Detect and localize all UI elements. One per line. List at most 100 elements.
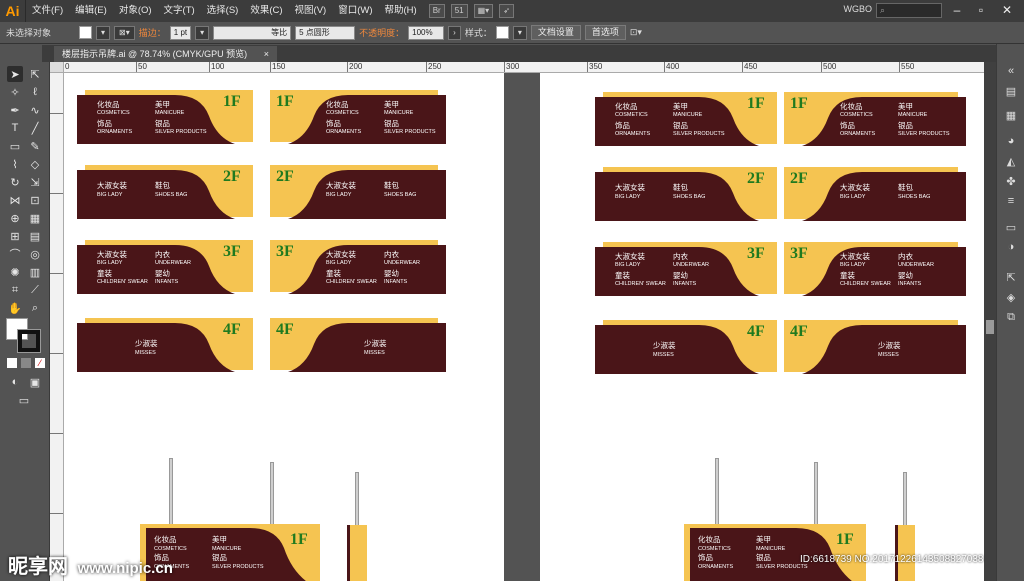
pen-tool-icon[interactable]: ✒ (7, 102, 23, 118)
arrange-documents-icon[interactable]: ▦▾ (473, 4, 494, 18)
close-window-button[interactable]: ✕ (996, 1, 1018, 19)
floor-sign[interactable]: 2F 大淑女装 BIG LADY 鞋包 SHOES BAG (77, 165, 253, 219)
stroke-color-swatch[interactable] (17, 329, 41, 353)
color-palette-icon[interactable]: ◕ (1003, 134, 1019, 148)
direct-selection-tool-icon[interactable]: ⇱ (27, 66, 43, 82)
opacity-label[interactable]: 不透明度： (359, 26, 404, 39)
floor-sign[interactable]: 2F 大淑女装 BIG LADY 鞋包 SHOES BAG (784, 167, 966, 221)
gradient-tool-icon[interactable]: ▤ (27, 228, 43, 244)
shape-builder-tool-icon[interactable]: ⊕ (7, 210, 23, 226)
draw-inside-icon[interactable]: ▣ (27, 374, 43, 390)
stroke-panel-icon[interactable]: ≡ (1003, 194, 1019, 208)
swatches-icon[interactable]: ▦ (1003, 108, 1019, 122)
brushes-icon[interactable]: ◭ (1003, 154, 1019, 168)
floor-sign[interactable]: 3F 大淑女装 BIG LADY 内衣 UNDERWEAR 童装 CHILDREN' SWE… (595, 242, 777, 296)
maximize-button[interactable]: ▫ (970, 1, 992, 19)
gpu-rocket-icon[interactable]: ➶ (499, 4, 514, 18)
floor-sign[interactable]: 1F 化妆品 COSMETICS 美甲 MANICURE 饰品 ORNAMENTS 银品 SIL… (77, 90, 253, 144)
minimize-button[interactable]: – (946, 1, 968, 19)
ruler-origin[interactable] (50, 62, 64, 73)
floor-sign[interactable]: 2F 大淑女装 BIG LADY 鞋包 SHOES BAG (270, 165, 446, 219)
paintbrush-tool-icon[interactable]: ⌇ (7, 156, 23, 172)
stroke-swatch[interactable]: ⊠▾ (114, 25, 135, 40)
floor-sign[interactable]: 4F 少淑装 MISSES (784, 320, 966, 374)
document-setup-button[interactable]: 文档设置 (530, 25, 581, 40)
menu-view[interactable]: 视图(V) (289, 0, 333, 22)
floor-sign[interactable]: 1F 化妆品 COSMETICS 美甲 MANICURE 饰品 ORNAMENTS 银品 SIL… (784, 92, 966, 146)
floor-sign[interactable]: 4F 少淑装 MISSES (77, 318, 253, 372)
profile-dropdown[interactable]: 等比 (213, 25, 292, 40)
artboards-panel-icon[interactable]: ⧉ (1003, 310, 1019, 324)
line-tool-icon[interactable]: ╱ (27, 120, 43, 136)
draw-mode-icon[interactable]: ◐ (7, 374, 23, 390)
floor-sign[interactable]: 2F 大淑女装 BIG LADY 鞋包 SHOES BAG (595, 167, 777, 221)
hand-tool-icon[interactable]: ✋ (7, 300, 23, 316)
column-graph-tool-icon[interactable]: ▥ (27, 264, 43, 280)
floor-sign[interactable]: 4F 少淑装 MISSES (270, 318, 446, 372)
close-tab-icon[interactable]: × (264, 49, 269, 59)
scale-tool-icon[interactable]: ⇲ (27, 174, 43, 190)
floor-sign[interactable]: 1F 化妆品 COSMETICS 美甲 MANICURE 饰品 ORNAMENTS 银品 SIL… (270, 90, 446, 144)
menu-edit[interactable]: 编辑(E) (69, 0, 113, 22)
free-transform-tool-icon[interactable]: ⊡ (27, 192, 43, 208)
rotate-tool-icon[interactable]: ↻ (7, 174, 23, 190)
menu-select[interactable]: 选择(S) (201, 0, 245, 22)
opacity-arrow[interactable]: › (448, 25, 461, 40)
rectangle-tool-icon[interactable]: ▭ (7, 138, 23, 154)
menu-file[interactable]: 文件(F) (26, 0, 69, 22)
color-mode-icon[interactable] (7, 358, 17, 368)
curvature-tool-icon[interactable]: ∿ (27, 102, 43, 118)
mesh-tool-icon[interactable]: ⊞ (7, 228, 23, 244)
style-dropdown[interactable]: ▾ (512, 25, 527, 40)
blend-tool-icon[interactable]: ◎ (27, 246, 43, 262)
floor-sign-3d[interactable]: 1F 化妆品 COSMETICS 美甲 MANICURE 饰品 ORNAMENTS 银品 SIL… (684, 524, 866, 581)
stock-badge[interactable]: 51 (450, 4, 468, 18)
search-input[interactable]: ⌕ (876, 3, 942, 18)
screen-mode-icon[interactable]: ▭ (16, 392, 32, 408)
selection-tool-icon[interactable]: ➤ (7, 66, 23, 82)
preferences-button[interactable]: 首选项 (584, 25, 626, 40)
layers-icon[interactable]: ◈ (1003, 290, 1019, 304)
properties-icon[interactable]: ▤ (1003, 84, 1019, 98)
floor-sign[interactable]: 3F 大淑女装 BIG LADY 内衣 UNDERWEAR 童装 CHILDREN' SWE… (270, 240, 446, 294)
floor-sign[interactable]: 3F 大淑女装 BIG LADY 内衣 UNDERWEAR 童装 CHILDREN' SWE… (77, 240, 253, 294)
fill-dropdown[interactable]: ▾ (96, 25, 111, 40)
vertical-ruler[interactable] (50, 73, 64, 581)
fill-swatch[interactable] (79, 26, 93, 39)
menu-help[interactable]: 帮助(H) (379, 0, 423, 22)
vertical-scrollbar[interactable] (984, 62, 996, 581)
eyedropper-tool-icon[interactable]: ⌒ (7, 246, 23, 262)
floor-sign[interactable]: 4F 少淑装 MISSES (595, 320, 777, 374)
document-tab[interactable]: 楼层指示吊牌.ai @ 78.74% (CMYK/GPU 预览) × (54, 46, 277, 62)
collapse-panels-icon[interactable]: « (1003, 64, 1019, 78)
symbols-icon[interactable]: ✤ (1003, 174, 1019, 188)
floor-sign[interactable]: 3F 大淑女装 BIG LADY 内衣 UNDERWEAR 童装 CHILDREN' SWE… (784, 242, 966, 296)
stroke-weight-field[interactable]: 1 pt (169, 25, 192, 40)
bridge-button[interactable]: Br (428, 4, 445, 18)
perspective-grid-tool-icon[interactable]: ▦ (27, 210, 43, 226)
menu-type[interactable]: 文字(T) (158, 0, 201, 22)
menu-effect[interactable]: 效果(C) (244, 0, 288, 22)
magic-wand-tool-icon[interactable]: ✧ (7, 84, 23, 100)
gradient-mode-icon[interactable] (21, 358, 31, 368)
transparency-icon[interactable]: ◑ (1003, 240, 1019, 254)
type-tool-icon[interactable]: T (7, 120, 23, 136)
menu-object[interactable]: 对象(O) (113, 0, 158, 22)
lasso-tool-icon[interactable]: ℓ (27, 84, 43, 100)
workspace-switcher[interactable]: WGBO (844, 4, 873, 14)
stroke-label[interactable]: 描边： (139, 26, 166, 39)
artboard-tool-icon[interactable]: ⌗ (7, 282, 23, 298)
slice-tool-icon[interactable]: ⟋ (27, 282, 43, 298)
style-swatch[interactable] (495, 26, 509, 39)
arrange-icon[interactable]: ⊡▾ (630, 27, 642, 38)
variable-width-dropdown[interactable]: ▾ (195, 25, 210, 40)
pencil-tool-icon[interactable]: ✎ (27, 138, 43, 154)
zoom-tool-icon[interactable]: ⌕ (27, 300, 43, 316)
export-icon[interactable]: ⇱ (1003, 270, 1019, 284)
opacity-field[interactable]: 100% (408, 25, 445, 40)
horizontal-ruler[interactable]: 0 50 100 150 200 250 300 350 400 450 500… (64, 62, 984, 73)
scroll-thumb[interactable] (986, 320, 994, 334)
brush-dropdown[interactable]: 5 点圆形 (295, 25, 356, 40)
floor-sign[interactable]: 1F 化妆品 COSMETICS 美甲 MANICURE 饰品 ORNAMENTS 银品 SIL… (595, 92, 777, 146)
none-mode-icon[interactable]: ⁄ (35, 358, 45, 368)
